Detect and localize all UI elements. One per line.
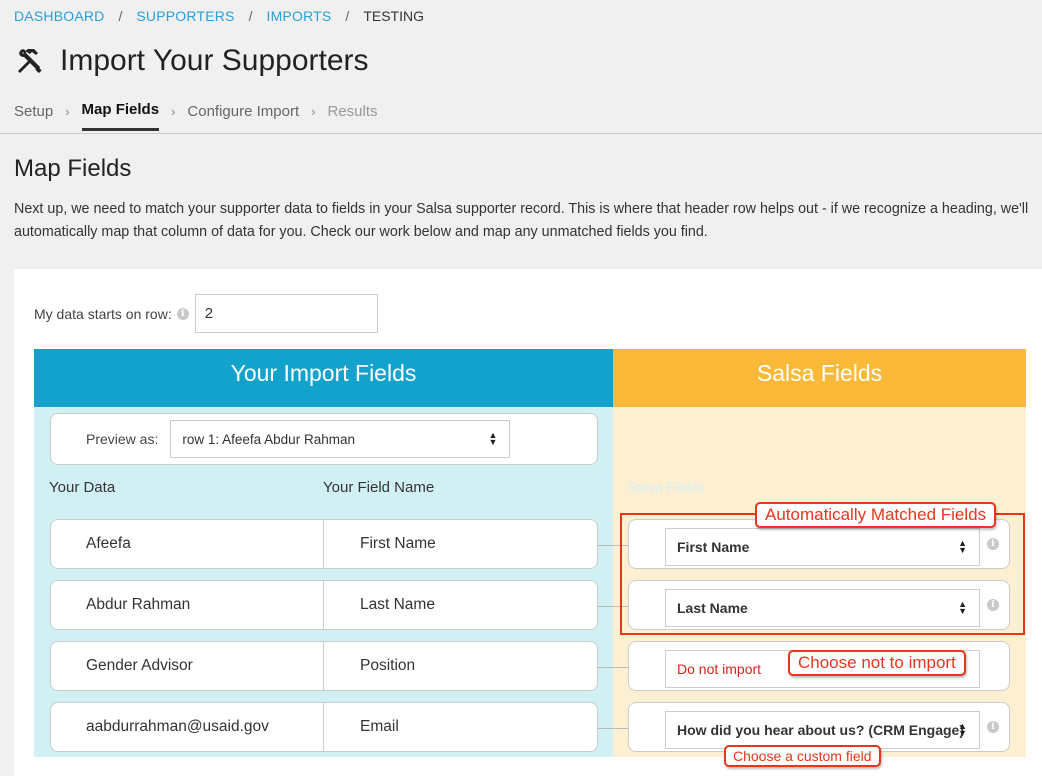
page-title: Import Your Supporters — [60, 44, 369, 77]
import-row-field: First Name — [360, 535, 436, 552]
breadcrumb-dashboard[interactable]: DASHBOARD — [14, 8, 104, 24]
section-intro: Next up, we need to match your supporter… — [14, 201, 1029, 240]
import-row-field: Last Name — [360, 596, 435, 613]
chevron-right-icon: › — [171, 103, 176, 119]
import-fields-header: Your Import Fields — [34, 349, 613, 407]
divider — [0, 133, 1042, 134]
breadcrumb-separator: / — [345, 8, 350, 24]
row-start-label: My data starts on row: — [34, 305, 172, 322]
not-import-callout: Choose not to import — [788, 650, 966, 676]
import-row: aabdurrahman@usaid.gov Email — [50, 702, 598, 752]
breadcrumb-separator: / — [248, 8, 253, 24]
import-row-data: aabdurrahman@usaid.gov — [51, 703, 324, 751]
preview-box: Preview as: row 1: Afeefa Abdur Rahman ▲… — [50, 413, 598, 465]
tools-icon — [18, 49, 42, 74]
salsa-field-select[interactable]: How did you hear about us? (CRM Engage) … — [665, 711, 980, 749]
preview-label: Preview as: — [86, 431, 159, 447]
select-arrows-icon: ▲ ▼ — [488, 430, 498, 447]
import-row-data: Gender Advisor — [51, 642, 324, 690]
import-row-field: Email — [360, 718, 399, 735]
select-arrows-icon: ▲ ▼ — [958, 721, 967, 738]
info-icon[interactable]: i — [987, 721, 999, 733]
auto-matched-outline — [620, 513, 1025, 635]
row-connector — [598, 728, 628, 729]
step-configure-import[interactable]: Configure Import — [187, 103, 299, 130]
breadcrumb-current: TESTING — [363, 8, 424, 24]
breadcrumb-imports[interactable]: IMPORTS — [266, 8, 331, 24]
import-row: Gender Advisor Position — [50, 641, 598, 691]
import-row-data: Afeefa — [51, 520, 324, 568]
step-map-fields[interactable]: Map Fields — [81, 101, 160, 131]
breadcrumb-supporters[interactable]: SUPPORTERS — [136, 8, 234, 24]
auto-matched-callout: Automatically Matched Fields — [755, 502, 997, 528]
col-your-field-name: Your Field Name — [323, 479, 435, 496]
step-setup[interactable]: Setup — [14, 103, 53, 130]
salsa-fields-header: Salsa Fields — [613, 349, 1026, 407]
preview-select[interactable]: row 1: Afeefa Abdur Rahman ▲ ▼ — [170, 420, 511, 458]
breadcrumb: DASHBOARD / SUPPORTERS / IMPORTS / TESTI… — [14, 8, 424, 24]
wizard-steps: Setup › Map Fields › Configure Import › … — [14, 101, 378, 131]
info-icon[interactable]: i — [176, 307, 189, 320]
row-start-input[interactable] — [194, 294, 378, 333]
section-title: Map Fields — [14, 155, 132, 182]
import-row: Afeefa First Name — [50, 519, 598, 569]
salsa-field-value: Do not import — [677, 661, 762, 677]
col-salsa-fields: Salsa Fields — [628, 479, 705, 495]
import-row-field: Position — [360, 657, 416, 674]
row-connector — [598, 667, 628, 668]
breadcrumb-separator: / — [118, 8, 123, 24]
import-row-data: Abdur Rahman — [51, 581, 324, 629]
import-row: Abdur Rahman Last Name — [50, 580, 598, 630]
row-start-control: My data starts on row: i — [34, 294, 378, 333]
custom-field-callout: Choose a custom field — [724, 745, 881, 767]
col-your-data: Your Data — [49, 479, 116, 496]
step-results: Results — [327, 102, 378, 120]
preview-select-value: row 1: Afeefa Abdur Rahman — [182, 431, 355, 447]
chevron-right-icon: › — [311, 103, 316, 119]
salsa-field-value: How did you hear about us? (CRM Engage) — [677, 722, 964, 738]
page-header: Import Your Supporters — [14, 44, 369, 78]
chevron-right-icon: › — [65, 103, 70, 119]
